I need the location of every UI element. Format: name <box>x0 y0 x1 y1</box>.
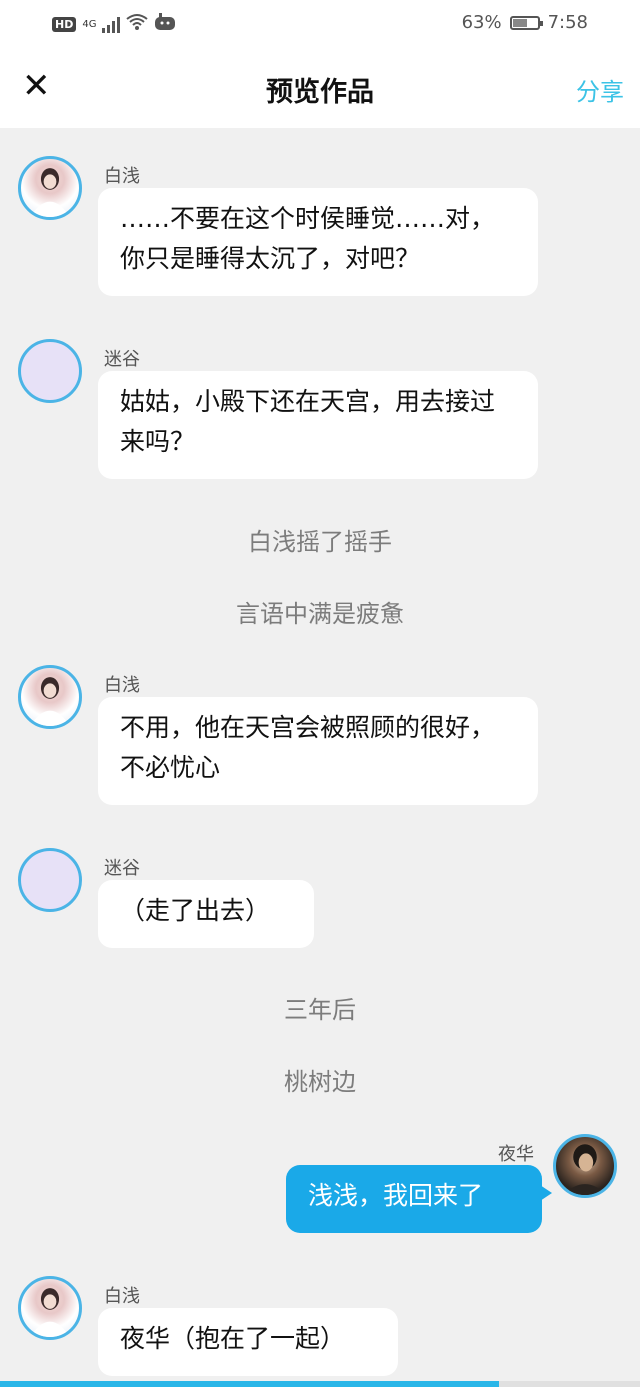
speaker-name: 白浅 <box>104 675 140 696</box>
narration-text: 言语中满是疲惫 <box>236 600 404 628</box>
hd-badge: HD <box>52 17 77 32</box>
avatar[interactable] <box>18 339 82 403</box>
speaker-name: 白浅 <box>104 166 140 187</box>
share-button[interactable]: 分享 <box>576 72 624 107</box>
chat-preview[interactable]: 白浅 ……不要在这个时侯睡觉……对，你只是睡得太沉了，对吧？ 迷谷 姑姑，小殿下… <box>0 128 640 1387</box>
narration-text: 白浅摇了摇手 <box>248 528 392 556</box>
narration-text: 三年后 <box>284 996 356 1024</box>
status-bar: HD 4G 63% 7:58 <box>0 0 640 50</box>
avatar[interactable] <box>18 665 82 729</box>
message-bubble[interactable]: 夜华（抱在了一起） <box>98 1308 398 1376</box>
message-bubble[interactable]: 姑姑，小殿下还在天宫，用去接过来吗？ <box>98 371 538 479</box>
avatar[interactable] <box>18 848 82 912</box>
page-title: 预览作品 <box>266 77 374 108</box>
signal-icon <box>102 16 121 33</box>
network-type: 4G <box>82 19 97 30</box>
speaker-name: 迷谷 <box>104 858 140 879</box>
speaker-name: 夜华 <box>498 1144 534 1165</box>
speaker-name: 白浅 <box>104 1286 140 1307</box>
avatar[interactable] <box>18 156 82 220</box>
app-header: ✕ 预览作品 分享 <box>0 50 640 128</box>
status-left: HD 4G <box>52 12 176 37</box>
game-controller-icon <box>154 12 176 37</box>
clock: 7:58 <box>547 12 588 33</box>
battery-icon <box>509 15 543 30</box>
message-bubble[interactable]: ……不要在这个时侯睡觉……对，你只是睡得太沉了，对吧？ <box>98 188 538 296</box>
speaker-name: 迷谷 <box>104 349 140 370</box>
battery-percent: 63% <box>461 12 502 33</box>
wifi-icon <box>126 13 149 36</box>
status-right: 63% 7:58 <box>462 12 588 33</box>
progress-fill <box>0 1381 500 1387</box>
message-bubble[interactable]: 不用，他在天宫会被照顾的很好，不必忧心 <box>98 697 538 805</box>
narration-text: 桃树边 <box>284 1068 356 1096</box>
message-bubble[interactable]: （走了出去） <box>98 880 314 948</box>
avatar[interactable] <box>18 1276 82 1340</box>
battery-fill <box>512 18 527 27</box>
progress-bar <box>0 1381 640 1387</box>
avatar[interactable] <box>553 1134 617 1198</box>
message-bubble[interactable]: 浅浅，我回来了 <box>286 1165 552 1233</box>
